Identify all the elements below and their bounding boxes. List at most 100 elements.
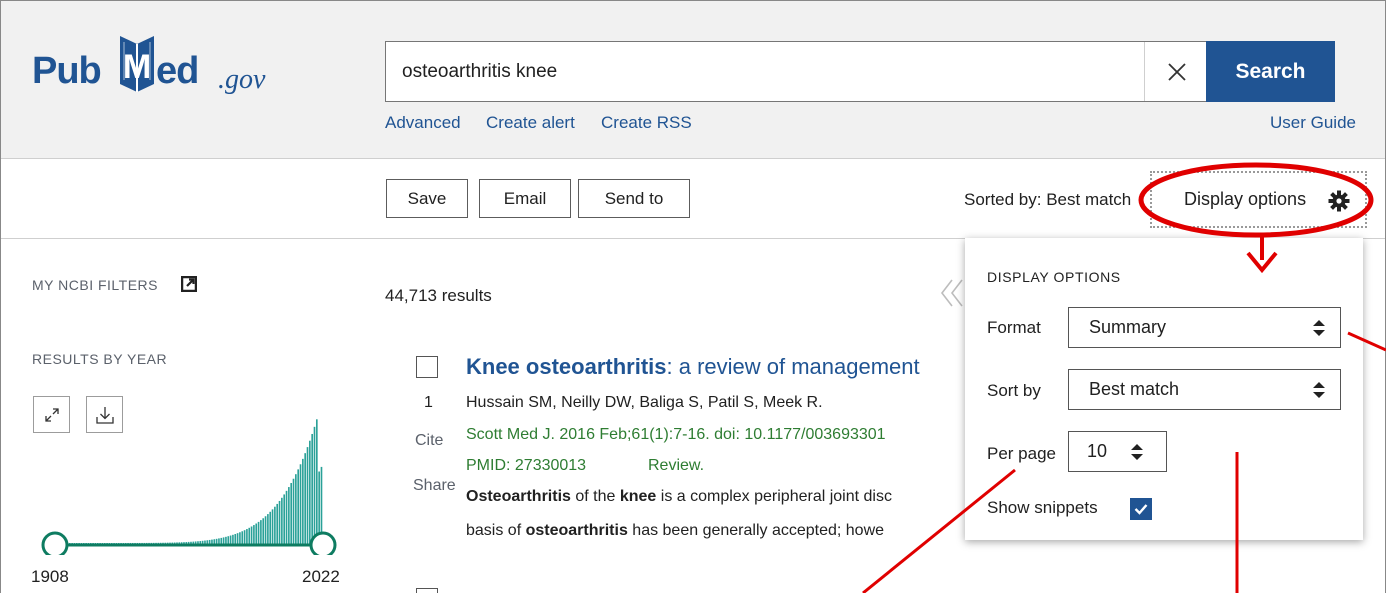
chevron-double-left-icon[interactable]	[940, 278, 966, 308]
results-count: 44,713 results	[385, 286, 492, 305]
result-citation: Scott Med J. 2016 Feb;61(1):7-16. doi: 1…	[466, 426, 886, 443]
histogram-bar	[302, 458, 304, 545]
histogram-bar	[232, 534, 234, 545]
histogram-bar	[264, 516, 267, 545]
sort-indicator[interactable]: Sorted by: Best match	[964, 190, 1139, 210]
book-m-icon: M	[120, 36, 154, 92]
histogram-bar	[269, 511, 272, 545]
histogram-bar	[248, 527, 251, 545]
show-snippets-label: Show snippets	[987, 498, 1098, 517]
logo-text-ed: ed	[156, 50, 199, 92]
histogram-bar	[306, 447, 309, 545]
external-link-icon[interactable]	[181, 276, 197, 292]
histogram-bar	[236, 533, 239, 545]
search-input[interactable]	[402, 42, 1142, 101]
histogram-bar	[239, 532, 241, 545]
snippet-text: of the	[570, 488, 620, 505]
panel-title: DISPLAY OPTIONS	[987, 269, 1121, 285]
result-title-rest: : a review of management	[666, 354, 920, 379]
results-by-year-heading: RESULTS BY YEAR	[32, 351, 168, 367]
histogram-bar	[257, 521, 260, 545]
year-end-handle[interactable]	[309, 531, 337, 555]
histogram-bar	[309, 440, 311, 545]
display-options-panel: DISPLAY OPTIONS Format Summary Sort by B…	[965, 238, 1363, 540]
snippet-text: is a complex peripheral joint disc	[656, 488, 892, 505]
results-by-year-histogram[interactable]	[40, 395, 340, 555]
histogram-bar	[281, 497, 283, 545]
histogram-bar	[234, 534, 237, 545]
display-options-label: Display options	[1184, 189, 1307, 209]
histogram-bar	[243, 530, 246, 545]
histogram-bar	[253, 525, 255, 545]
logo-text-pub: Pub	[32, 50, 102, 92]
histogram-bar	[278, 500, 281, 545]
histogram-bar	[297, 469, 299, 545]
histogram-bar	[295, 474, 297, 545]
year-end-label: 2022	[302, 567, 340, 586]
per-page-select[interactable]: 10	[1068, 431, 1167, 472]
result-pmid: PMID: 27330013	[466, 457, 587, 474]
histogram-bar	[250, 526, 253, 545]
year-start-handle[interactable]	[41, 531, 69, 555]
close-icon	[1167, 62, 1186, 81]
sort-arrows-icon	[1313, 319, 1325, 336]
histogram-bar	[316, 419, 318, 545]
result-checkbox[interactable]	[416, 588, 438, 593]
histogram-bar	[313, 426, 316, 545]
histogram-bar	[262, 518, 265, 545]
per-page-value: 10	[1087, 441, 1108, 461]
histogram-bar	[288, 487, 290, 545]
display-options-button[interactable]: Display options	[1150, 171, 1367, 228]
sort-by-value: Best match	[1089, 379, 1180, 399]
user-guide-link[interactable]: User Guide	[1270, 113, 1356, 133]
send-to-button[interactable]: Send to	[578, 179, 690, 218]
histogram-bar	[260, 520, 262, 545]
save-button[interactable]: Save	[386, 179, 468, 218]
clear-search-button[interactable]	[1144, 42, 1208, 101]
share-link[interactable]: Share	[413, 477, 456, 495]
result-title-link[interactable]: Knee osteoarthritis: a review of managem…	[466, 354, 920, 380]
histogram-bar	[274, 506, 276, 545]
search-button[interactable]: Search	[1206, 41, 1335, 102]
year-start-label: 1908	[31, 567, 69, 586]
histogram-bar	[246, 529, 248, 545]
histogram-bar	[299, 464, 302, 545]
histogram-bar	[267, 514, 269, 545]
search-box	[385, 41, 1207, 102]
result-checkbox[interactable]	[416, 356, 438, 378]
histogram-bar	[304, 453, 306, 545]
histogram-bar	[241, 531, 244, 545]
format-select[interactable]: Summary	[1068, 307, 1341, 348]
histogram-bar	[283, 494, 286, 545]
histogram-bar	[271, 509, 274, 545]
svg-text:M: M	[123, 48, 151, 86]
histogram-bar	[292, 478, 295, 545]
show-snippets-checkbox[interactable]	[1130, 498, 1152, 520]
histogram-bar	[276, 503, 279, 545]
create-rss-link[interactable]: Create RSS	[601, 113, 692, 133]
pubmed-logo[interactable]: Pub M ed .gov	[32, 34, 292, 95]
logo-text-gov: .gov	[218, 64, 266, 95]
histogram-bar	[290, 483, 292, 545]
my-ncbi-filters-heading[interactable]: MY NCBI FILTERS	[32, 277, 158, 293]
snippet-text: basis of	[466, 522, 526, 539]
result-publication-type: Review.	[648, 457, 705, 474]
checkmark-icon	[1134, 504, 1148, 515]
sort-by-select[interactable]: Best match	[1068, 369, 1341, 410]
snippet-text: has been generally accepted; howe	[627, 522, 885, 539]
histogram-bar	[255, 523, 258, 545]
histogram-bar	[311, 433, 313, 545]
gear-icon	[1328, 190, 1350, 212]
per-page-label: Per page	[987, 444, 1056, 463]
sort-by-label: Sort by	[987, 381, 1041, 400]
advanced-search-link[interactable]: Advanced	[385, 113, 461, 133]
result-authors: Hussain SM, Neilly DW, Baliga S, Patil S…	[466, 394, 823, 411]
format-label: Format	[987, 318, 1041, 337]
create-alert-link[interactable]: Create alert	[486, 113, 575, 133]
email-button[interactable]: Email	[479, 179, 571, 218]
cite-link[interactable]: Cite	[415, 432, 443, 450]
sort-arrows-icon	[1313, 381, 1325, 398]
snippet-highlight: Osteoarthritis	[466, 488, 571, 505]
format-value: Summary	[1089, 317, 1167, 337]
result-number: 1	[424, 394, 433, 411]
